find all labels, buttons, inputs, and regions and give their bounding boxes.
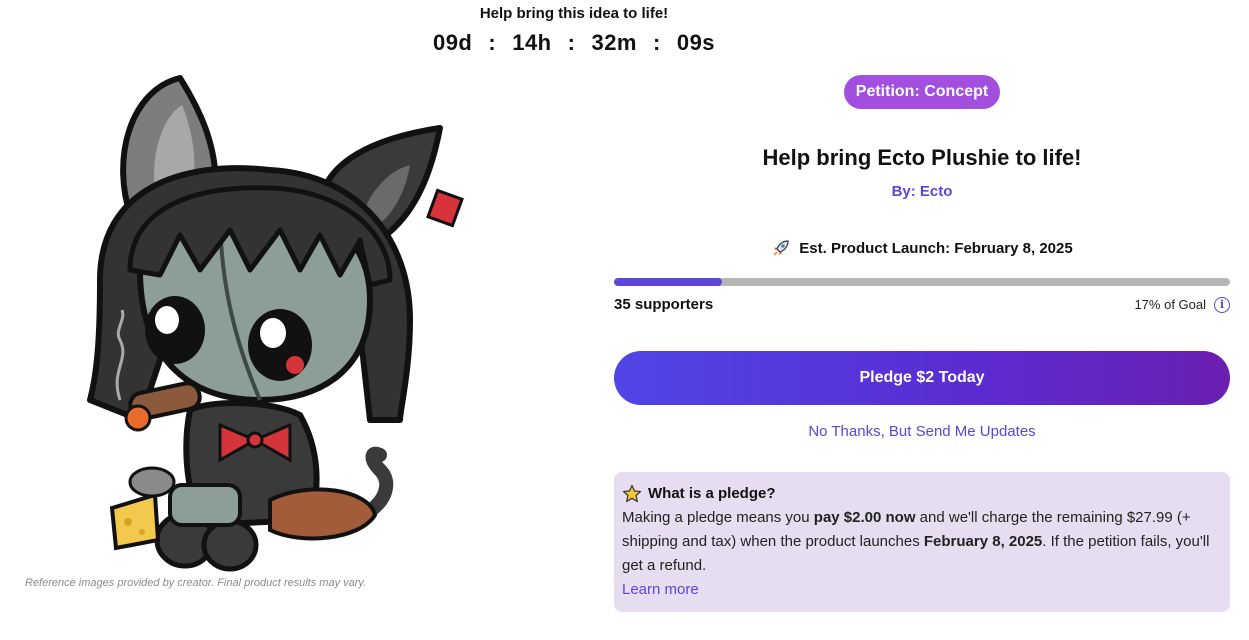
supporters-count: 35 supporters: [614, 296, 714, 313]
countdown-section: Help bring this idea to life! 09d : 14h …: [374, 4, 774, 56]
pledge-button[interactable]: Pledge $2 Today: [614, 351, 1230, 405]
goal-percent: 17% of Goal i: [1134, 296, 1230, 313]
launch-date-label: Est. Product Launch: February 8, 2025: [799, 239, 1073, 257]
no-thanks-link[interactable]: No Thanks, But Send Me Updates: [614, 423, 1230, 440]
ecto-plushie-illustration: [87, 75, 464, 572]
pledge-now-amount: pay $2.00 now: [813, 509, 916, 526]
pledge-info-heading: What is a pledge?: [648, 485, 776, 502]
learn-more-link[interactable]: Learn more: [622, 578, 699, 602]
product-image: [70, 70, 490, 575]
countdown-separator: :: [567, 30, 576, 55]
countdown-days: 09d: [432, 30, 473, 55]
petition-badge: Petition: Concept: [843, 75, 1001, 109]
campaign-title: Help bring Ecto Plushie to life!: [762, 145, 1082, 170]
pledge-charge-date: February 8, 2025: [923, 533, 1043, 550]
star-icon: [622, 484, 642, 503]
pledge-info-text-part: Making a pledge means you: [622, 509, 814, 526]
info-icon[interactable]: i: [1214, 296, 1230, 313]
countdown-timer: 09d : 14h : 32m : 09s: [374, 30, 774, 56]
creator-link[interactable]: By: Ecto: [614, 183, 1230, 200]
countdown-hours: 14h: [512, 30, 552, 55]
progress-fill: [614, 278, 722, 286]
campaign-panel: Petition: Concept Help bring Ecto Plushi…: [614, 75, 1230, 612]
pledge-info-box: What is a pledge? Making a pledge means …: [614, 472, 1230, 612]
countdown-heading: Help bring this idea to life!: [479, 5, 669, 22]
rocket-icon: [773, 240, 789, 256]
goal-label: 17% of Goal: [1134, 297, 1206, 312]
countdown-separator: :: [653, 30, 661, 55]
countdown-minutes: 32m: [591, 30, 637, 55]
countdown-separator: :: [488, 30, 497, 55]
image-disclaimer: Reference images provided by creator. Fi…: [25, 577, 367, 589]
countdown-seconds: 09s: [676, 30, 716, 55]
launch-date: Est. Product Launch: February 8, 2025: [614, 238, 1230, 258]
progress-bar: [614, 278, 1230, 286]
pledge-info-text: Making a pledge means you pay $2.00 now …: [622, 506, 1218, 578]
